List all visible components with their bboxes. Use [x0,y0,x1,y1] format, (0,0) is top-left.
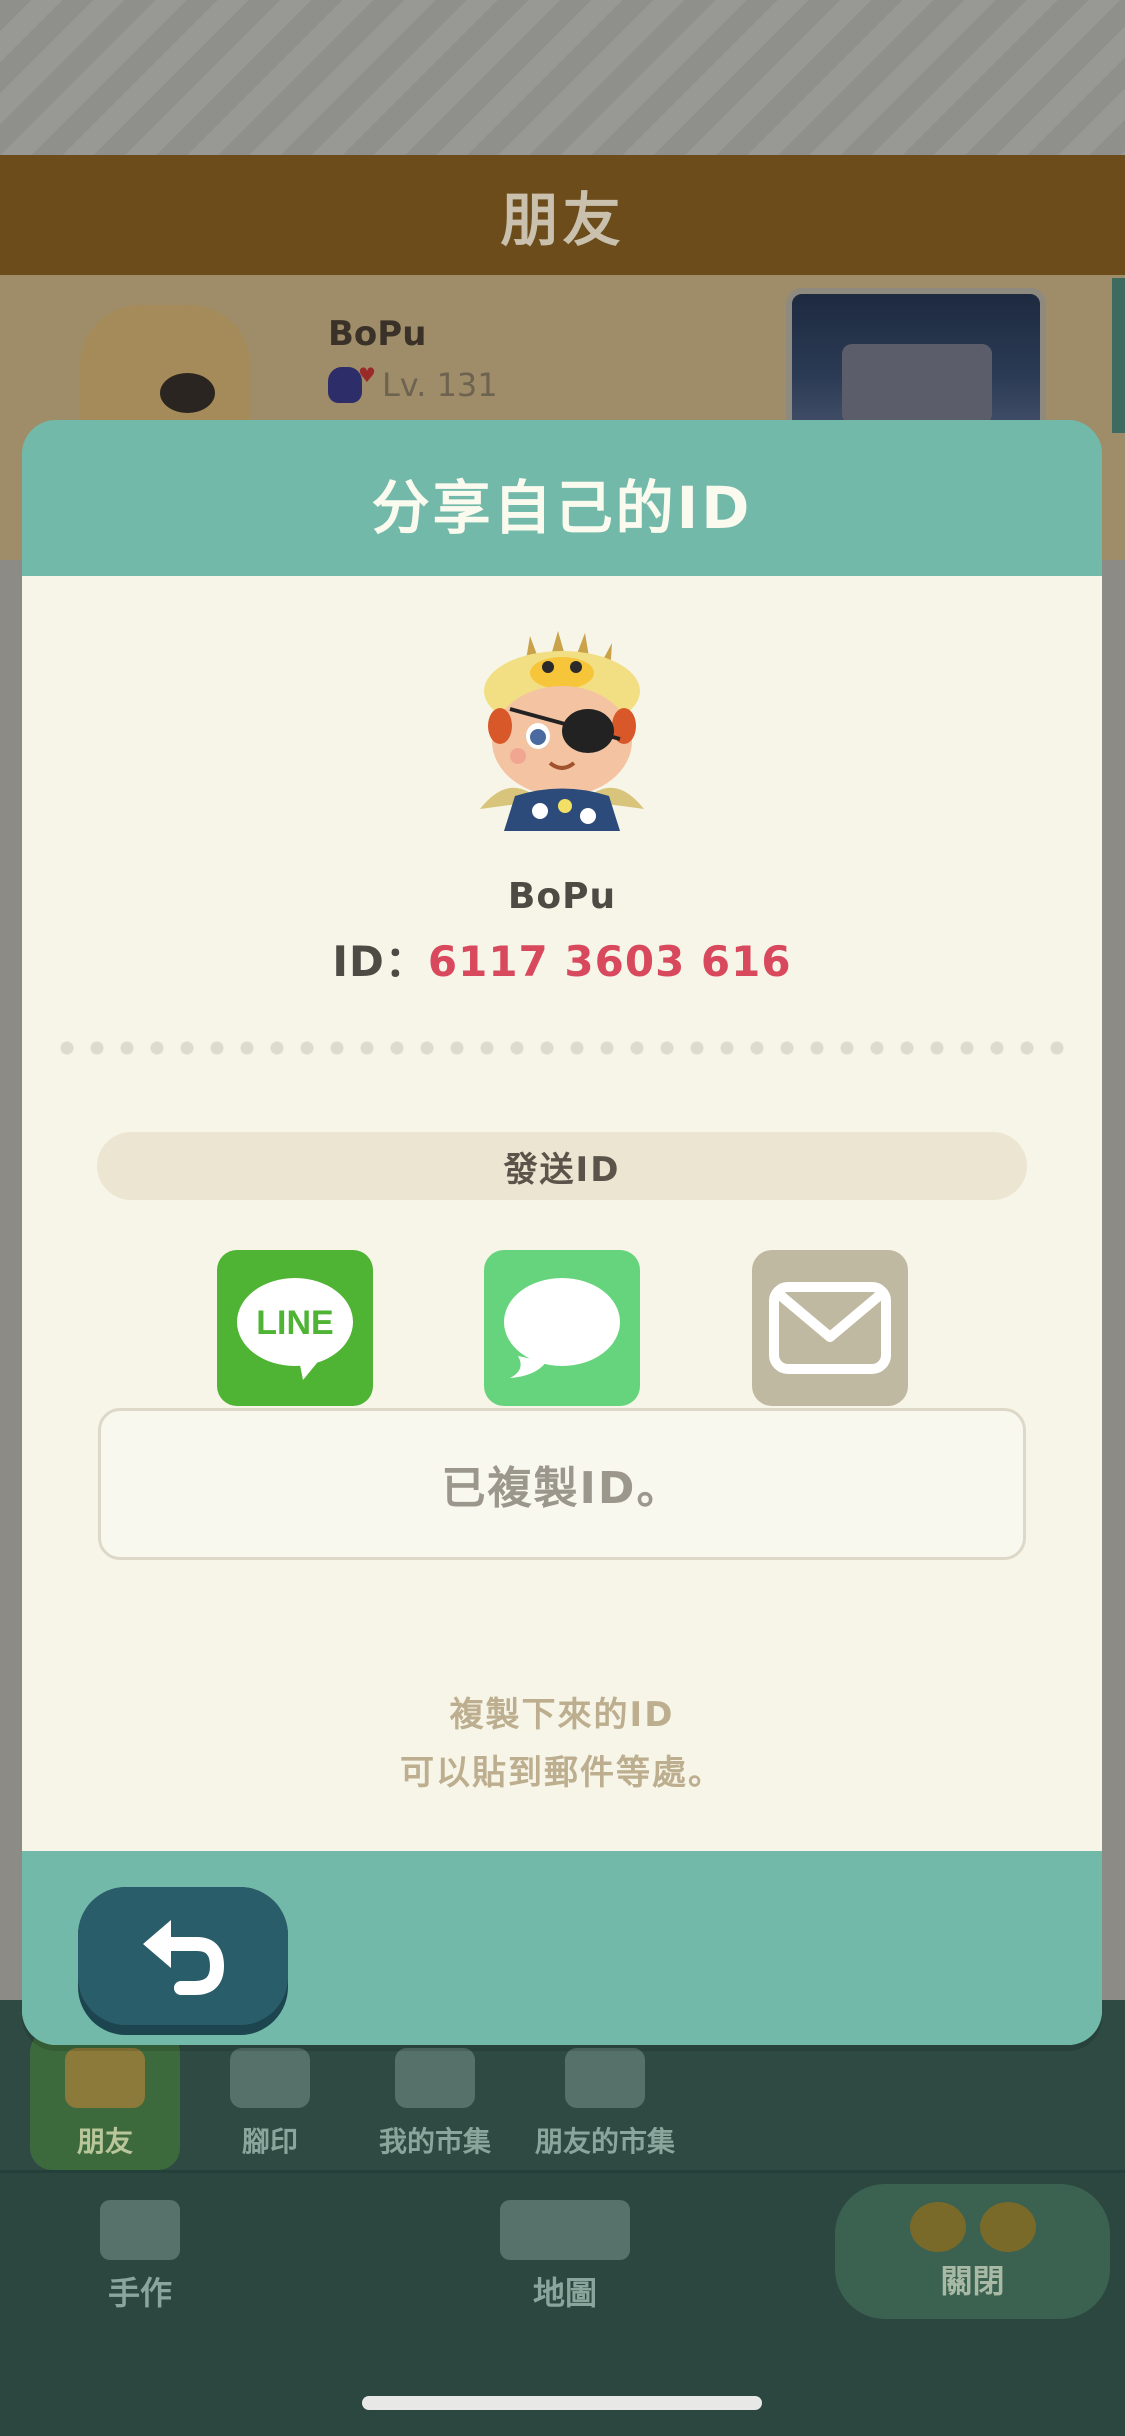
copy-hint: 複製下來的ID 可以貼到郵件等處。 [22,1686,1102,1802]
copy-hint-line-2: 可以貼到郵件等處。 [400,1753,724,1793]
share-id-dialog: 分享自己的ID BoPu ID：6117 3603 616 發送ID LINE … [22,420,1102,2045]
copy-hint-line-1: 複製下來的ID [449,1695,675,1735]
copied-id-status[interactable]: 已複製ID。 [98,1408,1026,1560]
share-mail-button[interactable] [752,1250,908,1406]
dialog-title: 分享自己的ID [371,474,753,542]
friends-icon [65,2048,145,2108]
user-name: BoPu [507,876,617,917]
back-button[interactable] [78,1887,288,2035]
tab-footprints-label: 腳印 [241,2125,298,2158]
close-button[interactable]: 關閉 [835,2184,1110,2319]
dotted-divider [52,1038,1072,1058]
friend-level-text: Lv. 131 [381,366,498,404]
share-line-button[interactable]: LINE [217,1250,373,1406]
line-icon: LINE [237,1278,353,1380]
player-avatar [480,631,644,831]
tab-my-market-label: 我的市集 [378,2125,491,2158]
home-indicator[interactable] [362,2396,762,2410]
nav-map-label: 地圖 [532,2274,597,2312]
friends-market-icon [565,2048,645,2108]
market-stall-icon [395,2048,475,2108]
send-id-label: 發送ID [503,1149,621,1190]
hammer-icon [100,2200,180,2260]
line-logo-text: LINE [256,1304,333,1342]
tab-friends-label: 朋友 [76,2125,133,2158]
footprints-icon [230,2048,310,2108]
tab-friends-market-label: 朋友的市集 [534,2125,675,2158]
send-id-section-label: 發送ID [97,1132,1027,1200]
face-left-icon [909,2201,966,2252]
dialog-footer [22,1851,1102,2045]
friend-avatar [80,305,250,435]
share-messages-button[interactable] [484,1250,640,1406]
friend-name: BoPu [328,314,427,354]
id-value: 6117 3603 616 [427,937,792,986]
friend-market-thumbnail [786,288,1046,438]
heart-icon: ♥ [358,363,376,387]
status-area [0,0,1125,155]
map-icon [500,2200,630,2260]
villager-faces-icon [909,2201,1036,2252]
friends-header: 朋友 [0,155,1125,275]
tab-friends-market[interactable]: 朋友的市集 [515,2030,695,2170]
tab-footprints[interactable]: 腳印 [195,2030,345,2170]
nav-map[interactable]: 地圖 [500,2200,630,2314]
close-button-label: 關閉 [940,2261,1005,2300]
id-label: ID： [332,937,428,986]
scroll-marker [1112,278,1125,433]
back-arrow-icon [143,1920,224,1995]
friends-header-title: 朋友 [500,186,625,254]
face-right-icon [979,2201,1036,2252]
copied-id-text: 已複製ID。 [441,1463,683,1514]
tab-my-market[interactable]: 我的市集 [360,2030,510,2170]
nav-craft-label: 手作 [107,2274,172,2312]
tab-friends[interactable]: 朋友 [30,2030,180,2170]
user-id-line: ID：6117 3603 616 [22,928,1102,989]
mail-icon [769,1282,891,1374]
nav-craft[interactable]: 手作 [100,2200,180,2314]
cat-icon [328,367,362,403]
friend-level: ♥ Lv. 131 [328,363,498,404]
dialog-header: 分享自己的ID [22,420,1102,576]
message-bubble-icon [504,1278,620,1378]
dialog-body: BoPu ID：6117 3603 616 發送ID LINE 已複製ID。 複… [22,576,1102,1851]
